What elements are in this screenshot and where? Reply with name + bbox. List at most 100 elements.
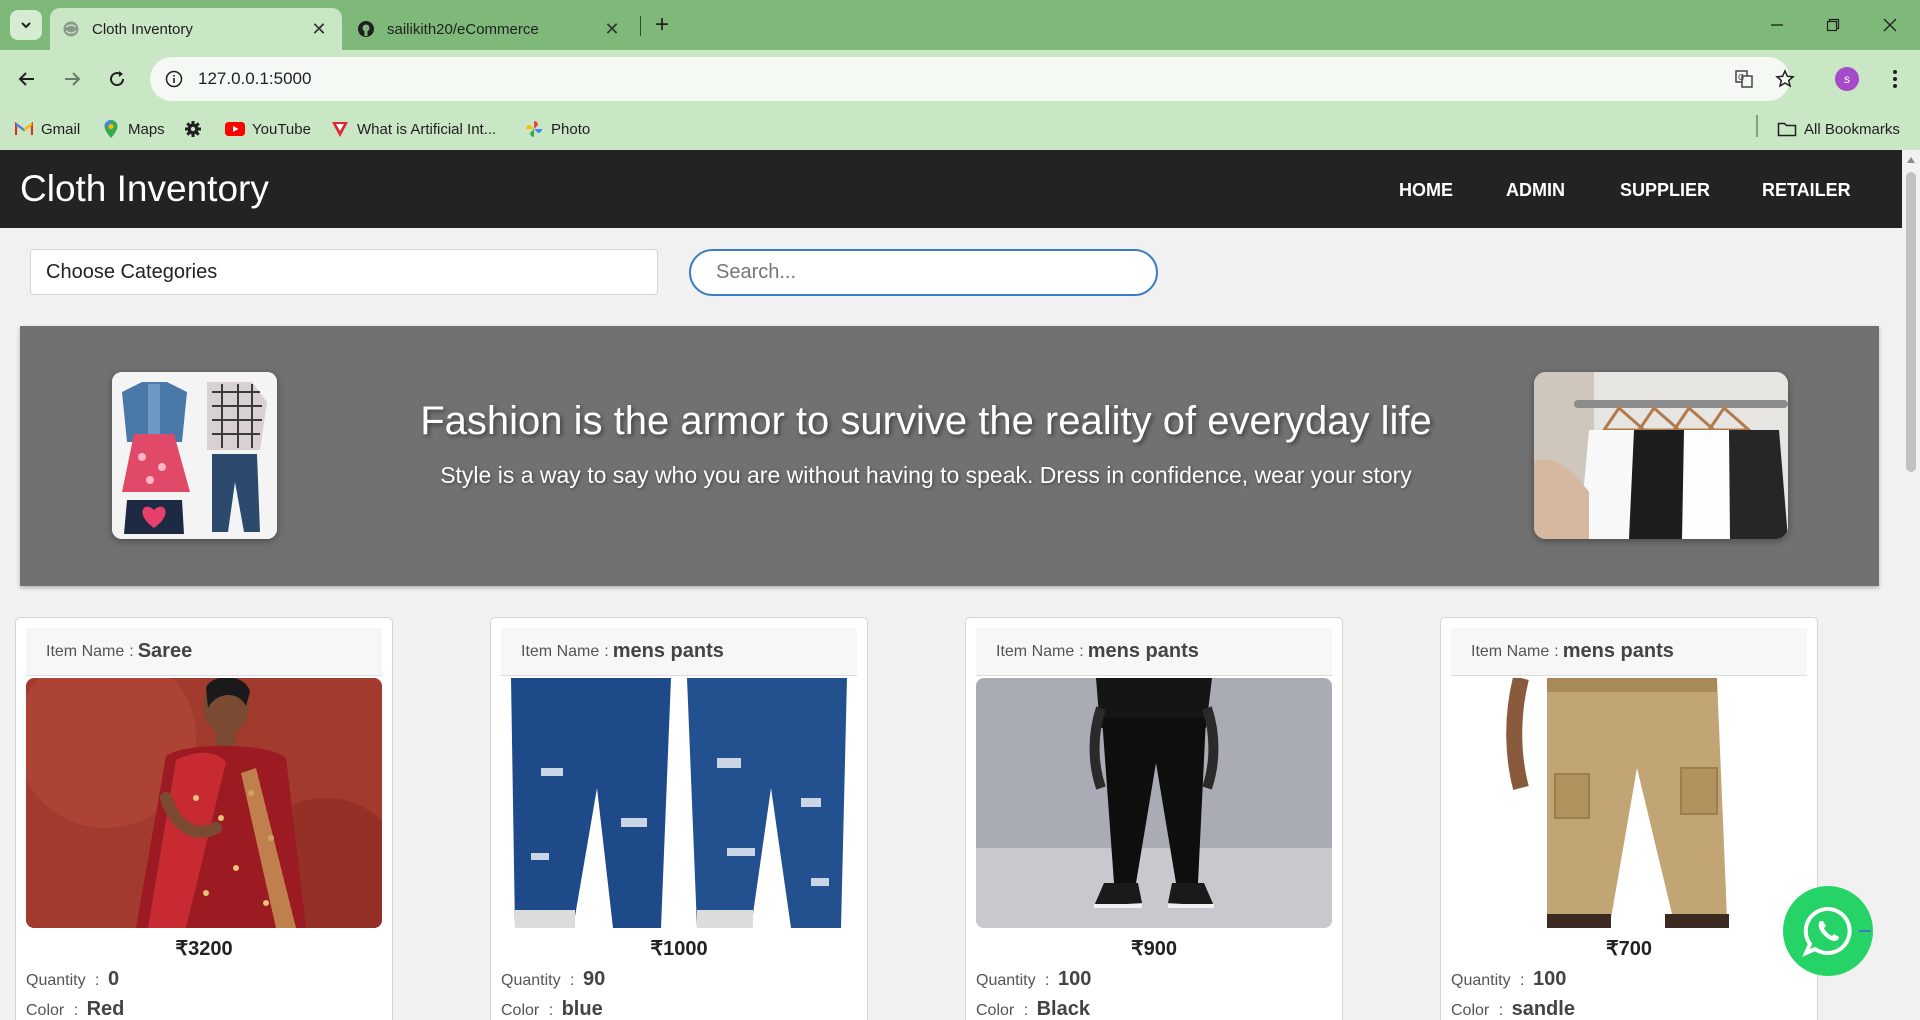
separator: :: [73, 1002, 79, 1019]
color-value: blue: [561, 998, 603, 1020]
close-tab-icon[interactable]: ✕: [601, 18, 623, 40]
youtube-icon: [225, 119, 245, 139]
minimize-button[interactable]: [1760, 10, 1794, 40]
bookmark-youtube[interactable]: YouTube: [225, 116, 311, 142]
separator: :: [1023, 1002, 1029, 1019]
product-card[interactable]: Item Name : mens pants ₹700 Quantity : 1…: [1440, 617, 1818, 1020]
gmail-icon: [14, 119, 34, 139]
forward-button[interactable]: [55, 62, 89, 96]
more-vertical-icon: [1893, 70, 1897, 88]
color-row: Color : blue: [501, 998, 603, 1020]
back-button[interactable]: [10, 62, 44, 96]
nav-admin[interactable]: ADMIN: [1506, 180, 1565, 201]
color-row: Color : sandle: [1451, 998, 1575, 1020]
bookmark-photo[interactable]: Photo: [524, 116, 590, 142]
browser-menu-button[interactable]: [1878, 62, 1912, 96]
product-image-black-pants: [976, 678, 1332, 928]
nav-retailer[interactable]: RETAILER: [1762, 180, 1851, 201]
tab-title: sailikith20/eCommerce: [387, 20, 539, 38]
card-header: Item Name : mens pants: [976, 628, 1332, 676]
restore-button[interactable]: [1816, 10, 1850, 40]
product-card[interactable]: Item Name : mens pants ₹900 Quantity : 1…: [965, 617, 1343, 1020]
item-name-label: Item Name: [996, 642, 1075, 660]
quantity-label: Quantity: [976, 972, 1036, 989]
product-image-khaki-cargo-pants: [1451, 678, 1807, 928]
close-icon: [1883, 18, 1897, 32]
maps-icon: [101, 119, 121, 139]
separator: :: [1045, 972, 1050, 989]
color-label: Color: [26, 1002, 65, 1019]
nav-supplier[interactable]: SUPPLIER: [1620, 180, 1710, 201]
nav-home[interactable]: HOME: [1399, 180, 1453, 201]
quantity-row: Quantity : 90: [501, 968, 605, 991]
card-header: Item Name : mens pants: [501, 628, 857, 676]
quantity-value: 0: [107, 968, 120, 990]
site-info-icon[interactable]: [156, 61, 192, 97]
quantity-row: Quantity : 100: [976, 968, 1091, 991]
tab-cloth-inventory[interactable]: Cloth Inventory ✕: [50, 8, 342, 50]
separator: :: [604, 642, 609, 660]
svg-text:G: G: [1738, 73, 1744, 82]
new-tab-button[interactable]: +: [650, 10, 674, 40]
page-scrollbar[interactable]: [1902, 150, 1920, 1020]
color-label: Color: [1451, 1002, 1490, 1019]
bookmark-gmail[interactable]: Gmail: [14, 116, 80, 142]
scroll-up-arrow[interactable]: [1902, 154, 1920, 166]
url-text: 127.0.0.1:5000: [198, 69, 312, 88]
translate-icon[interactable]: G: [1727, 62, 1761, 96]
color-row: Color : Black: [976, 998, 1090, 1020]
folder-icon: [1777, 119, 1797, 139]
tab-separator: [640, 16, 641, 36]
close-window-button[interactable]: [1873, 10, 1907, 40]
bookmark-maps[interactable]: Maps: [101, 116, 165, 142]
quantity-row: Quantity : 100: [1451, 968, 1566, 991]
item-price: ₹1000: [650, 938, 708, 960]
chevron-down-icon: [21, 22, 31, 29]
bookmark-label: Gmail: [41, 120, 81, 138]
scroll-thumb[interactable]: [1906, 172, 1916, 472]
close-tab-icon[interactable]: ✕: [308, 18, 330, 40]
item-name-label: Item Name: [1471, 642, 1550, 660]
reload-button[interactable]: [100, 62, 134, 96]
separator: :: [1554, 642, 1559, 660]
bookmark-ai-article[interactable]: What is Artificial Int...: [330, 116, 496, 142]
quantity-label: Quantity: [26, 972, 86, 989]
whatsapp-icon: [1802, 906, 1852, 957]
tab-search-button[interactable]: [10, 10, 42, 40]
banner-subtitle: Style is a way to say who you are withou…: [440, 462, 1412, 488]
item-price: ₹3200: [175, 938, 233, 960]
category-select[interactable]: Choose Categories: [30, 249, 658, 295]
card-header: Item Name : mens pants: [1451, 628, 1807, 676]
item-name-label: Item Name: [521, 642, 600, 660]
banner-clothes-collage-image: [112, 372, 277, 539]
bookmarks-divider: [1756, 115, 1758, 137]
bookmarks-bar: Gmail Maps YouTube What is Artificial In…: [0, 108, 1920, 150]
separator: :: [1520, 972, 1525, 989]
site-brand[interactable]: Cloth Inventory: [20, 168, 269, 210]
color-row: Color : Red: [26, 998, 124, 1020]
focus-indicator: [1859, 930, 1871, 932]
product-image-blue-jeans: [501, 678, 857, 928]
product-card[interactable]: Item Name : Saree ₹3200 Quantity : 0 Col…: [15, 617, 393, 1020]
item-name-value: mens pants: [1562, 640, 1674, 662]
color-value: Red: [86, 998, 125, 1020]
address-bar[interactable]: 127.0.0.1:5000 G: [150, 57, 1795, 101]
color-value: Black: [1036, 998, 1090, 1020]
tab-title: Cloth Inventory: [92, 20, 193, 38]
product-image-saree: [26, 678, 382, 928]
all-bookmarks-button[interactable]: All Bookmarks: [1777, 116, 1900, 142]
color-value: sandle: [1511, 998, 1575, 1020]
search-input[interactable]: Search...: [689, 249, 1158, 296]
profile-avatar[interactable]: s: [1835, 67, 1859, 91]
tab-github-repo[interactable]: sailikith20/eCommerce ✕: [345, 8, 635, 50]
quantity-value: 100: [1057, 968, 1092, 990]
bookmark-settings[interactable]: [183, 116, 210, 142]
product-card[interactable]: Item Name : mens pants ₹1000 Quantity : …: [490, 617, 868, 1020]
separator: :: [95, 972, 100, 989]
page-viewport: Cloth Inventory HOME ADMIN SUPPLIER RETA…: [0, 150, 1902, 1020]
arrow-right-icon: [65, 72, 81, 86]
v-logo-icon: [330, 119, 350, 139]
all-bookmarks-label: All Bookmarks: [1804, 120, 1900, 138]
separator: :: [570, 972, 575, 989]
bookmark-star-icon[interactable]: [1768, 62, 1802, 96]
